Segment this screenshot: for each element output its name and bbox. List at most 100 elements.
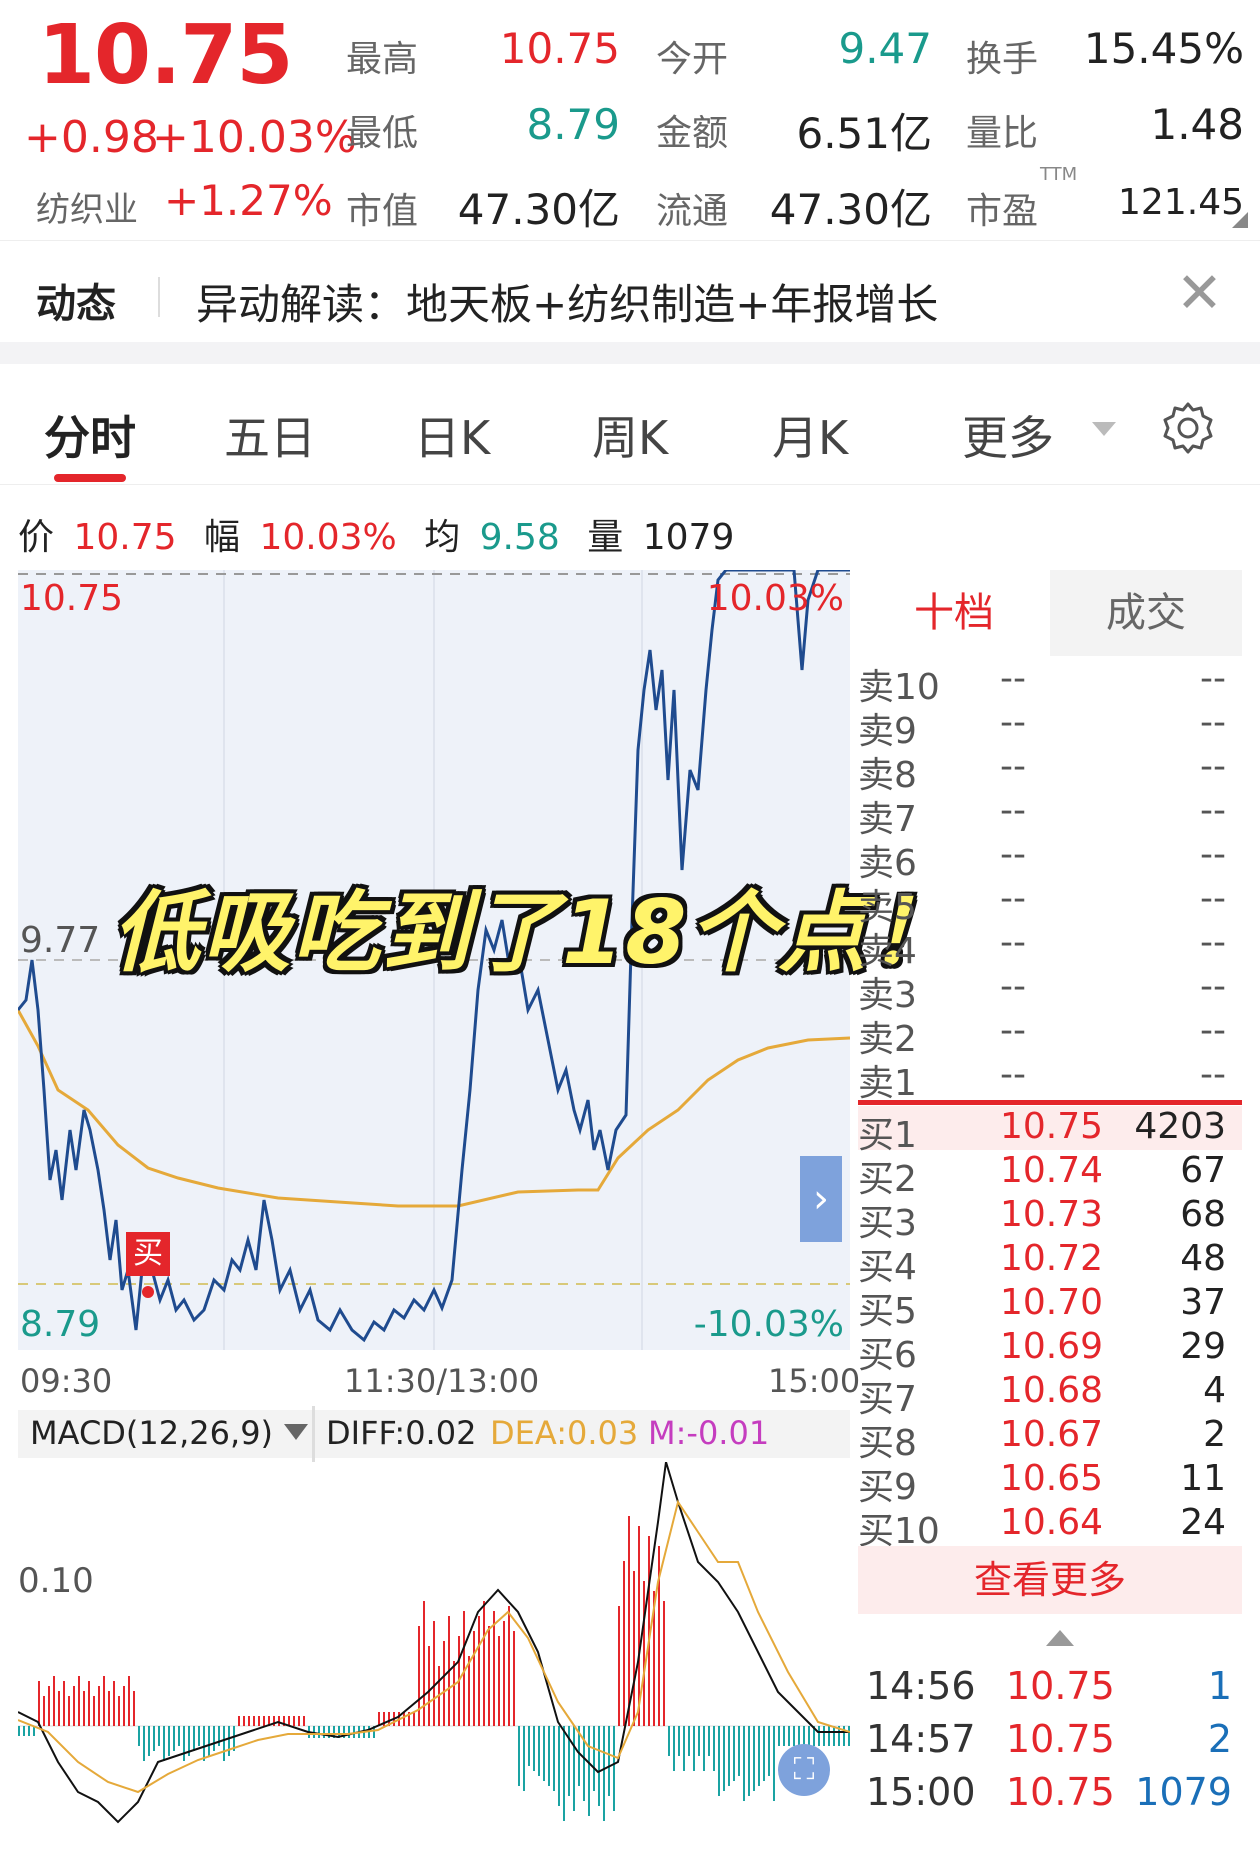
buys-row[interactable]: 买7 10.68 4 bbox=[858, 1370, 1242, 1420]
sells-row[interactable]: 卖6 -- -- bbox=[858, 834, 1242, 884]
macd-bar bbox=[78, 1676, 80, 1726]
stat-label: 最低 bbox=[346, 113, 419, 154]
tab-intraday[interactable]: 分时 bbox=[44, 402, 136, 468]
order-price: -- bbox=[1000, 658, 1026, 699]
order-volume: -- bbox=[1200, 790, 1226, 831]
sells-row[interactable]: 卖9 -- -- bbox=[858, 702, 1242, 752]
order-level-label: 卖1 bbox=[858, 1063, 917, 1104]
macd-bar bbox=[548, 1726, 550, 1786]
trade-time: 14:56 bbox=[866, 1664, 976, 1708]
buys-row[interactable]: 买3 10.73 68 bbox=[858, 1194, 1242, 1244]
macd-bar bbox=[688, 1726, 690, 1756]
macd-bar bbox=[203, 1726, 205, 1761]
macd-bar bbox=[818, 1726, 820, 1746]
expand-panel-button[interactable]: › bbox=[800, 1156, 842, 1242]
macd-bar bbox=[38, 1681, 40, 1726]
buys-row[interactable]: 买9 10.65 11 bbox=[858, 1458, 1242, 1508]
notice-text[interactable]: 异动解读：地天板+纺织制造+年报增长 bbox=[196, 271, 938, 332]
tab-five-day[interactable]: 五日 bbox=[224, 402, 316, 468]
trade-volume: 2 bbox=[1207, 1717, 1232, 1761]
stat-value: 6.51亿 bbox=[796, 109, 932, 158]
order-volume: -- bbox=[1200, 966, 1226, 1007]
order-price: 10.68 bbox=[1000, 1370, 1104, 1411]
macd-bar bbox=[483, 1601, 485, 1726]
macd-bar bbox=[443, 1641, 445, 1726]
macd-bar bbox=[558, 1726, 560, 1806]
macd-bar bbox=[133, 1691, 135, 1726]
macd-bar bbox=[63, 1681, 65, 1726]
tab-monthly-k[interactable]: 月K bbox=[772, 402, 848, 468]
macd-bar bbox=[493, 1611, 495, 1726]
macd-bar bbox=[253, 1716, 255, 1726]
macd-bar bbox=[608, 1726, 610, 1796]
sells-row[interactable]: 卖10 -- -- bbox=[858, 658, 1242, 708]
macd-bar bbox=[58, 1691, 60, 1726]
news-notice-bar[interactable]: 动态 异动解读：地天板+纺织制造+年报增长 ✕ bbox=[0, 240, 1260, 341]
macd-bar bbox=[538, 1726, 540, 1776]
sells-row[interactable]: 卖2 -- -- bbox=[858, 1010, 1242, 1060]
buys-row[interactable]: 买1 10.75 4203 bbox=[858, 1106, 1242, 1156]
buys-row[interactable]: 买5 10.70 37 bbox=[858, 1282, 1242, 1332]
buys-row[interactable]: 买8 10.67 2 bbox=[858, 1414, 1242, 1464]
industry-label[interactable]: 纺织业 bbox=[36, 182, 138, 231]
buys-row[interactable]: 买2 10.74 67 bbox=[858, 1150, 1242, 1200]
view-more-button[interactable]: 查看更多 bbox=[858, 1546, 1242, 1614]
macd-bar bbox=[798, 1726, 800, 1746]
order-volume: 24 bbox=[1180, 1502, 1226, 1543]
tab-weekly-k[interactable]: 周K bbox=[592, 402, 668, 468]
corner-indicator-icon bbox=[1232, 212, 1248, 228]
tab-daily-k[interactable]: 日K bbox=[414, 402, 490, 468]
macd-bar bbox=[83, 1691, 85, 1726]
stat-value: 47.30亿 bbox=[769, 185, 932, 234]
buys-row[interactable]: 买6 10.69 29 bbox=[858, 1326, 1242, 1376]
sells-row[interactable]: 卖5 -- -- bbox=[858, 878, 1242, 928]
macd-bar bbox=[618, 1606, 620, 1726]
macd-bar bbox=[613, 1726, 615, 1811]
macd-bar bbox=[153, 1726, 155, 1751]
macd-bar bbox=[488, 1626, 490, 1726]
macd-bar bbox=[743, 1726, 745, 1801]
quote-header: 10.75 +0.98 +10.03% 纺织业 +1.27% 最高 10.75 … bbox=[0, 0, 1260, 240]
buys-row[interactable]: 买4 10.72 48 bbox=[858, 1238, 1242, 1288]
macd-bar bbox=[118, 1696, 120, 1726]
macd-bar bbox=[323, 1726, 325, 1738]
macd-y-label: 0.10 bbox=[18, 1561, 94, 1601]
macd-bar bbox=[833, 1726, 835, 1746]
gear-icon[interactable] bbox=[1160, 400, 1216, 456]
macd-bar bbox=[673, 1726, 675, 1771]
sells-row[interactable]: 卖7 -- -- bbox=[858, 790, 1242, 840]
sells-row[interactable]: 卖4 -- -- bbox=[858, 922, 1242, 972]
sells-row[interactable]: 卖8 -- -- bbox=[858, 746, 1242, 796]
volume-label: 量 bbox=[587, 517, 624, 558]
order-volume: -- bbox=[1200, 1010, 1226, 1051]
avg-label: 均 bbox=[424, 517, 461, 558]
macd-bar bbox=[158, 1726, 160, 1746]
time-axis-mid: 11:30/13:00 bbox=[344, 1362, 540, 1400]
macd-bar bbox=[453, 1661, 455, 1726]
macd-bar bbox=[28, 1726, 30, 1736]
buys-row[interactable]: 买10 10.64 24 bbox=[858, 1502, 1242, 1552]
chevron-up-icon[interactable] bbox=[1046, 1630, 1074, 1646]
stat-value: 15.45% bbox=[1083, 24, 1244, 73]
chevron-down-icon[interactable] bbox=[1092, 422, 1116, 436]
macd-bar bbox=[573, 1726, 575, 1811]
macd-selector[interactable]: MACD(12,26,9) bbox=[30, 1414, 273, 1452]
macd-bar bbox=[758, 1726, 760, 1786]
dropdown-triangle-icon[interactable] bbox=[284, 1424, 308, 1440]
sells-row[interactable]: 卖3 -- -- bbox=[858, 966, 1242, 1016]
macd-bar bbox=[708, 1726, 710, 1756]
close-icon[interactable]: ✕ bbox=[1176, 261, 1223, 326]
order-volume: -- bbox=[1200, 922, 1226, 963]
macd-chart[interactable]: 0.10 bbox=[18, 1462, 850, 1832]
buy-marker[interactable]: 买 bbox=[126, 1232, 170, 1276]
macd-bar bbox=[808, 1726, 810, 1746]
macd-bar bbox=[848, 1726, 850, 1746]
order-price: -- bbox=[1000, 746, 1026, 787]
order-volume: -- bbox=[1200, 746, 1226, 787]
sells-row[interactable]: 卖1 -- -- bbox=[858, 1054, 1242, 1104]
notice-title: 动态 bbox=[36, 281, 116, 327]
tab-more[interactable]: 更多 bbox=[962, 402, 1054, 468]
fullscreen-icon[interactable]: ⛶ bbox=[778, 1744, 830, 1796]
tab-trades[interactable]: 成交 bbox=[1050, 570, 1242, 656]
tab-order-depth[interactable]: 十档 bbox=[858, 570, 1050, 656]
